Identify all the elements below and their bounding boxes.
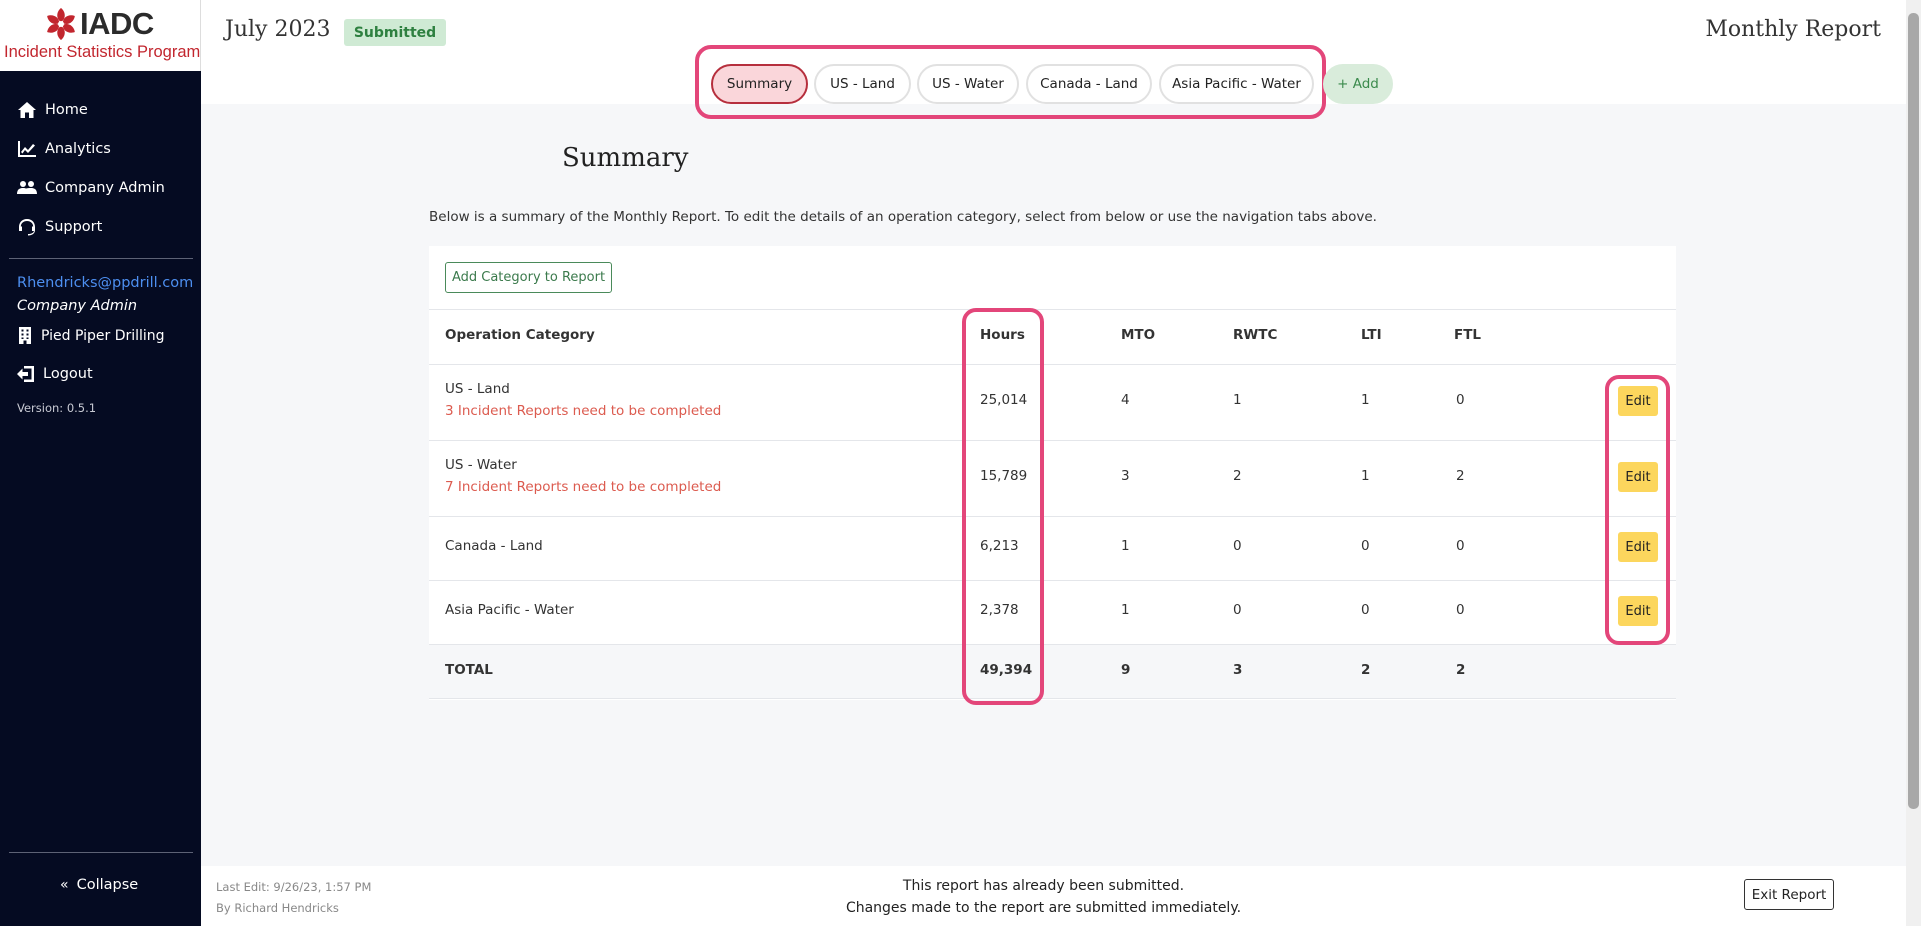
rwtc-value: 2 xyxy=(1233,468,1242,484)
tab-canada-land[interactable]: Canada - Land xyxy=(1026,64,1152,104)
total-row: TOTAL 49,394 9 3 2 2 xyxy=(429,644,1676,699)
mto-value: 3 xyxy=(1121,468,1130,484)
sidebar-item-label: Home xyxy=(45,101,88,118)
sidebar: IADC Incident Statistics Program Home An… xyxy=(0,0,201,926)
edit-buttons-highlight xyxy=(1605,375,1670,645)
exit-report-button[interactable]: Exit Report xyxy=(1744,879,1834,910)
divider xyxy=(429,309,1676,310)
status-badge: Submitted xyxy=(344,19,446,46)
sidebar-item-analytics[interactable]: Analytics xyxy=(0,129,201,168)
users-icon xyxy=(17,180,37,194)
column-header: MTO xyxy=(1121,327,1156,343)
column-header: RWTC xyxy=(1233,327,1278,343)
lti-value: 0 xyxy=(1361,602,1370,618)
logout-label: Logout xyxy=(43,366,93,382)
rwtc-value: 1 xyxy=(1233,392,1242,408)
building-icon xyxy=(19,327,31,344)
logo[interactable]: IADC Incident Statistics Program xyxy=(0,0,201,71)
category-name: US - Land xyxy=(445,381,510,397)
sidebar-divider xyxy=(9,258,193,259)
divider xyxy=(429,580,1676,581)
sidebar-item-label: Company Admin xyxy=(45,179,165,196)
notice-line: Changes made to the report are submitted… xyxy=(845,900,1242,916)
logo-subtitle: Incident Statistics Program xyxy=(4,43,201,61)
sidebar-nav: Home Analytics Company Admin Support xyxy=(0,90,201,246)
total-ftl: 2 xyxy=(1456,662,1466,678)
divider xyxy=(429,698,1676,699)
divider xyxy=(429,644,1676,645)
logout-button[interactable]: Logout xyxy=(17,366,93,382)
logo-top: IADC xyxy=(44,6,154,42)
tab-asia-pacific-water[interactable]: Asia Pacific - Water xyxy=(1159,64,1314,104)
total-mto: 9 xyxy=(1121,662,1131,678)
iadc-logo-icon xyxy=(47,8,75,40)
ftl-value: 2 xyxy=(1456,468,1465,484)
sidebar-item-label: Support xyxy=(45,218,103,235)
sidebar-item-company-admin[interactable]: Company Admin xyxy=(0,168,201,207)
mto-value: 1 xyxy=(1121,538,1130,554)
ftl-value: 0 xyxy=(1456,392,1465,408)
page-description: Below is a summary of the Monthly Report… xyxy=(429,209,1377,225)
scrollbar-thumb[interactable] xyxy=(1908,13,1919,809)
add-category-button[interactable]: Add Category to Report xyxy=(445,262,612,293)
headset-icon xyxy=(19,218,35,235)
sidebar-item-company[interactable]: Pied Piper Drilling xyxy=(17,327,165,344)
lti-value: 1 xyxy=(1361,468,1370,484)
incident-warning[interactable]: 3 Incident Reports need to be completed xyxy=(445,403,721,419)
chart-line-icon xyxy=(18,140,36,157)
total-label: TOTAL xyxy=(445,662,493,678)
lti-value: 1 xyxy=(1361,392,1370,408)
report-title: Monthly Report xyxy=(1705,17,1881,42)
report-month: July 2023 xyxy=(225,17,331,42)
lti-value: 0 xyxy=(1361,538,1370,554)
mto-value: 4 xyxy=(1121,392,1130,408)
logo-word: IADC xyxy=(80,6,154,41)
category-name: Asia Pacific - Water xyxy=(445,602,574,618)
scrollbar[interactable] xyxy=(1906,0,1921,926)
incident-warning[interactable]: 7 Incident Reports need to be completed xyxy=(445,479,721,495)
sidebar-item-home[interactable]: Home xyxy=(0,90,201,129)
company-name: Pied Piper Drilling xyxy=(41,327,165,344)
collapse-button[interactable]: « Collapse xyxy=(60,877,138,893)
category-name: Canada - Land xyxy=(445,538,543,554)
sidebar-item-label: Analytics xyxy=(45,140,111,157)
sidebar-divider-bottom xyxy=(9,852,193,853)
column-header: FTL xyxy=(1454,327,1482,343)
total-rwtc: 3 xyxy=(1233,662,1243,678)
rwtc-value: 0 xyxy=(1233,602,1242,618)
logout-icon xyxy=(17,366,34,382)
total-lti: 2 xyxy=(1361,662,1371,678)
hours-column-highlight xyxy=(962,308,1044,705)
mto-value: 1 xyxy=(1121,602,1130,618)
double-chevron-left-icon: « xyxy=(60,877,69,893)
rwtc-value: 0 xyxy=(1233,538,1242,554)
home-icon xyxy=(18,101,36,118)
ftl-value: 0 xyxy=(1456,602,1465,618)
page-title: Summary xyxy=(562,143,689,173)
add-tab-button[interactable]: + Add xyxy=(1323,64,1393,104)
tab-us-land[interactable]: US - Land xyxy=(814,64,911,104)
submission-notice: This report has already been submitted. … xyxy=(201,875,1906,919)
tab-summary[interactable]: Summary xyxy=(711,64,808,104)
notice-line: This report has already been submitted. xyxy=(902,878,1185,894)
column-header: Operation Category xyxy=(445,327,595,343)
category-name: US - Water xyxy=(445,457,517,473)
report-footer: Last Edit: 9/26/23, 1:57 PM By Richard H… xyxy=(201,866,1906,926)
user-email[interactable]: Rhendricks@ppdrill.com xyxy=(17,275,193,291)
app-version: Version: 0.5.1 xyxy=(17,401,97,415)
collapse-label: Collapse xyxy=(76,877,139,893)
tab-us-water[interactable]: US - Water xyxy=(917,64,1019,104)
divider xyxy=(429,516,1676,517)
ftl-value: 0 xyxy=(1456,538,1465,554)
user-role: Company Admin xyxy=(17,298,138,314)
divider xyxy=(429,440,1676,441)
sidebar-item-support[interactable]: Support xyxy=(0,207,201,246)
divider xyxy=(429,364,1676,365)
summary-table: Add Category to Report Operation Categor… xyxy=(429,246,1676,700)
column-header: LTI xyxy=(1361,327,1382,343)
